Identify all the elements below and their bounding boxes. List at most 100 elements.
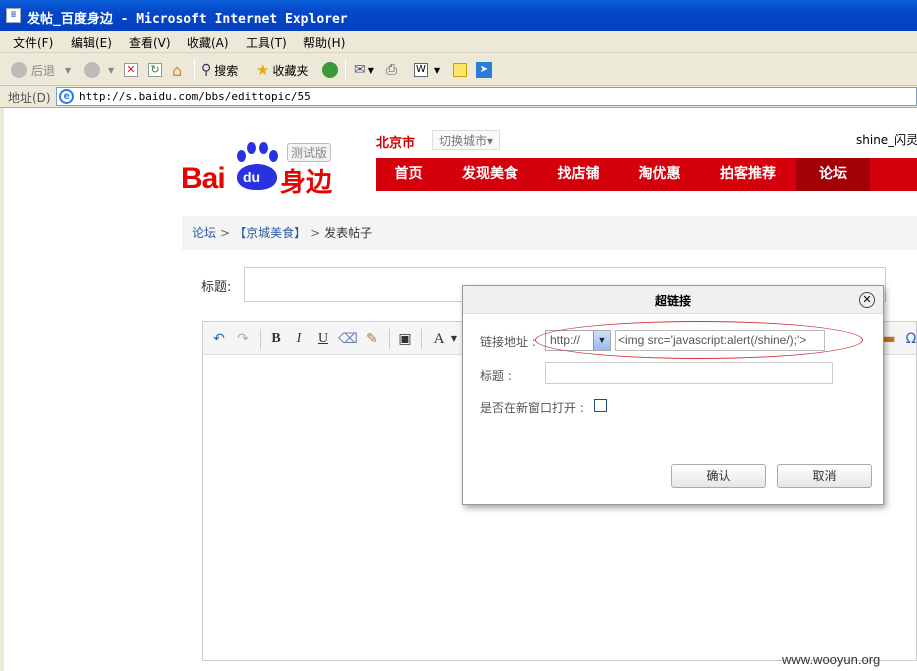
nav-recommend[interactable]: 拍客推荐 xyxy=(704,158,792,191)
breadcrumb-forum[interactable]: 论坛 xyxy=(192,226,216,240)
messenger-icon: ➤ xyxy=(476,62,492,78)
format-brush-icon[interactable]: ✎ xyxy=(362,329,382,349)
toolbar-divider xyxy=(345,59,346,81)
switch-city-button[interactable]: 切换城市▾ xyxy=(432,130,501,150)
ie-page-icon: e xyxy=(59,89,74,104)
username-link[interactable]: shine_闪灵 xyxy=(856,131,917,148)
edit-button[interactable]: W ▼ xyxy=(414,60,440,80)
nav-shops[interactable]: 找店铺 xyxy=(541,158,616,191)
favorites-button[interactable]: ★ 收藏夹 xyxy=(256,60,308,80)
back-arrow-icon xyxy=(11,62,27,78)
menu-favorites[interactable]: 收藏(A) xyxy=(187,34,229,51)
window-titlebar: ≡ 发帖_百度身边 - Microsoft Internet Explorer xyxy=(0,0,917,31)
nav-food[interactable]: 发现美食 xyxy=(446,158,534,191)
discuss-button[interactable] xyxy=(453,60,467,80)
beta-badge: 测试版 xyxy=(287,143,332,162)
paw-toe xyxy=(269,150,278,162)
print-button[interactable]: ⎙ xyxy=(386,60,397,80)
stop-button[interactable]: ✕ xyxy=(124,60,138,80)
redo-icon[interactable]: ↷ xyxy=(233,329,253,349)
address-label: 地址(D) xyxy=(8,91,51,105)
nav-forum[interactable]: 论坛 xyxy=(796,158,870,191)
ok-button[interactable]: 确认 xyxy=(671,464,766,488)
refresh-button[interactable]: ↻ xyxy=(148,60,162,80)
breadcrumb-separator: > xyxy=(310,226,321,240)
logo-shenbian: 身边 xyxy=(280,168,333,198)
editor-divider xyxy=(421,329,422,349)
paste-text-icon[interactable]: ▣ xyxy=(395,329,415,349)
symbol-icon[interactable]: Ω xyxy=(901,329,917,349)
search-button[interactable]: ⚲ 搜索 xyxy=(201,60,238,80)
italic-icon[interactable]: I xyxy=(289,329,309,349)
breadcrumb-board[interactable]: 【京城美食】 xyxy=(234,226,306,240)
address-bar: 地址(D) e http://s.baidu.com/bbs/edittopic… xyxy=(0,86,917,108)
chevron-down-icon: ▼ xyxy=(108,65,115,75)
editor-divider xyxy=(389,329,390,349)
nav-home[interactable]: 首页 xyxy=(376,158,441,191)
chevron-down-icon: ▼ xyxy=(434,65,441,75)
paw-icon: du xyxy=(233,142,281,192)
chevron-down-icon: ▼ xyxy=(65,65,72,75)
eraser-icon[interactable]: ⌫ xyxy=(338,329,358,349)
print-icon: ⎙ xyxy=(386,62,398,78)
chevron-down-icon: ▼ xyxy=(367,65,374,75)
bold-icon[interactable]: B xyxy=(266,329,286,349)
dialog-header: 超链接 ✕ xyxy=(463,286,883,314)
menu-file[interactable]: 文件(F) xyxy=(13,34,53,51)
dialog-title: 超链接 xyxy=(654,294,691,308)
home-icon: ⌂ xyxy=(172,60,183,80)
menu-help[interactable]: 帮助(H) xyxy=(303,34,345,51)
page-icon: ≡ xyxy=(6,8,21,23)
editor-divider xyxy=(260,329,261,349)
window-title: 发帖_百度身边 - Microsoft Internet Explorer xyxy=(27,12,348,27)
address-url: http://s.baidu.com/bbs/edittopic/55 xyxy=(79,90,311,103)
stop-icon: ✕ xyxy=(124,63,138,77)
breadcrumb: 论坛 > 【京城美食】 > 发表帖子 xyxy=(182,216,917,250)
post-title-label: 标题: xyxy=(201,280,232,295)
paw-toe xyxy=(237,150,246,162)
search-label: 搜索 xyxy=(214,63,239,78)
search-icon: ⚲ xyxy=(201,62,212,78)
close-icon[interactable]: ✕ xyxy=(859,292,875,308)
forward-button[interactable]: ▼ xyxy=(84,60,114,80)
main-nav: 首页 发现美食 找店铺 淘优惠 拍客推荐 论坛 xyxy=(376,158,917,191)
logo-bai: Bai xyxy=(181,162,226,195)
breadcrumb-current: 发表帖子 xyxy=(324,226,373,240)
baidu-shenbian-logo[interactable]: Bai du 身边 测试版 xyxy=(181,140,341,198)
home-button[interactable]: ⌂ xyxy=(172,60,182,80)
cancel-button[interactable]: 取消 xyxy=(777,464,872,488)
browser-toolbar: 后退 ▼ ▼ ✕ ↻ ⌂ ⚲ 搜索 ★ 收藏夹 ✉ ▼ ⎙ W ▼ ➤ xyxy=(0,53,917,86)
back-label: 后退 xyxy=(31,63,56,78)
menu-tools[interactable]: 工具(T) xyxy=(246,34,287,51)
mail-icon: ✉ xyxy=(354,62,366,78)
paw-toe xyxy=(259,142,268,154)
menu-edit[interactable]: 编辑(E) xyxy=(71,34,112,51)
link-title-label: 标题 : xyxy=(480,369,512,383)
link-title-input[interactable] xyxy=(545,362,833,384)
back-button[interactable]: 后退 ▼ xyxy=(11,60,71,80)
menubar: 文件(F) 编辑(E) 查看(V) 收藏(A) 工具(T) 帮助(H) xyxy=(0,31,917,53)
forward-arrow-icon xyxy=(84,62,100,78)
hyperlink-dialog: 超链接 ✕ 链接地址 : http:// ▼ <img src='javascr… xyxy=(462,285,884,505)
toolbar-divider xyxy=(194,59,195,81)
star-icon: ★ xyxy=(256,61,270,79)
edit-icon: W xyxy=(414,63,428,77)
mail-button[interactable]: ✉ ▼ xyxy=(354,60,374,80)
underline-icon[interactable]: U xyxy=(313,329,333,349)
refresh-icon: ↻ xyxy=(148,63,162,77)
messenger-button[interactable]: ➤ xyxy=(476,60,492,80)
undo-icon[interactable]: ↶ xyxy=(209,329,229,349)
chevron-down-icon[interactable]: ▼ xyxy=(444,329,464,349)
nav-deals[interactable]: 淘优惠 xyxy=(622,158,697,191)
note-icon xyxy=(453,63,467,77)
menu-view[interactable]: 查看(V) xyxy=(129,34,171,51)
address-input[interactable]: e http://s.baidu.com/bbs/edittopic/55 xyxy=(56,87,917,106)
favorites-label: 收藏夹 xyxy=(272,63,309,78)
media-button[interactable] xyxy=(322,60,342,80)
breadcrumb-separator: > xyxy=(220,226,231,240)
link-url-label: 链接地址 : xyxy=(480,335,536,349)
annotation-ellipse xyxy=(535,321,863,359)
media-icon xyxy=(322,62,338,78)
watermark: www.wooyun.org xyxy=(782,652,881,667)
new-window-checkbox[interactable] xyxy=(594,399,607,412)
